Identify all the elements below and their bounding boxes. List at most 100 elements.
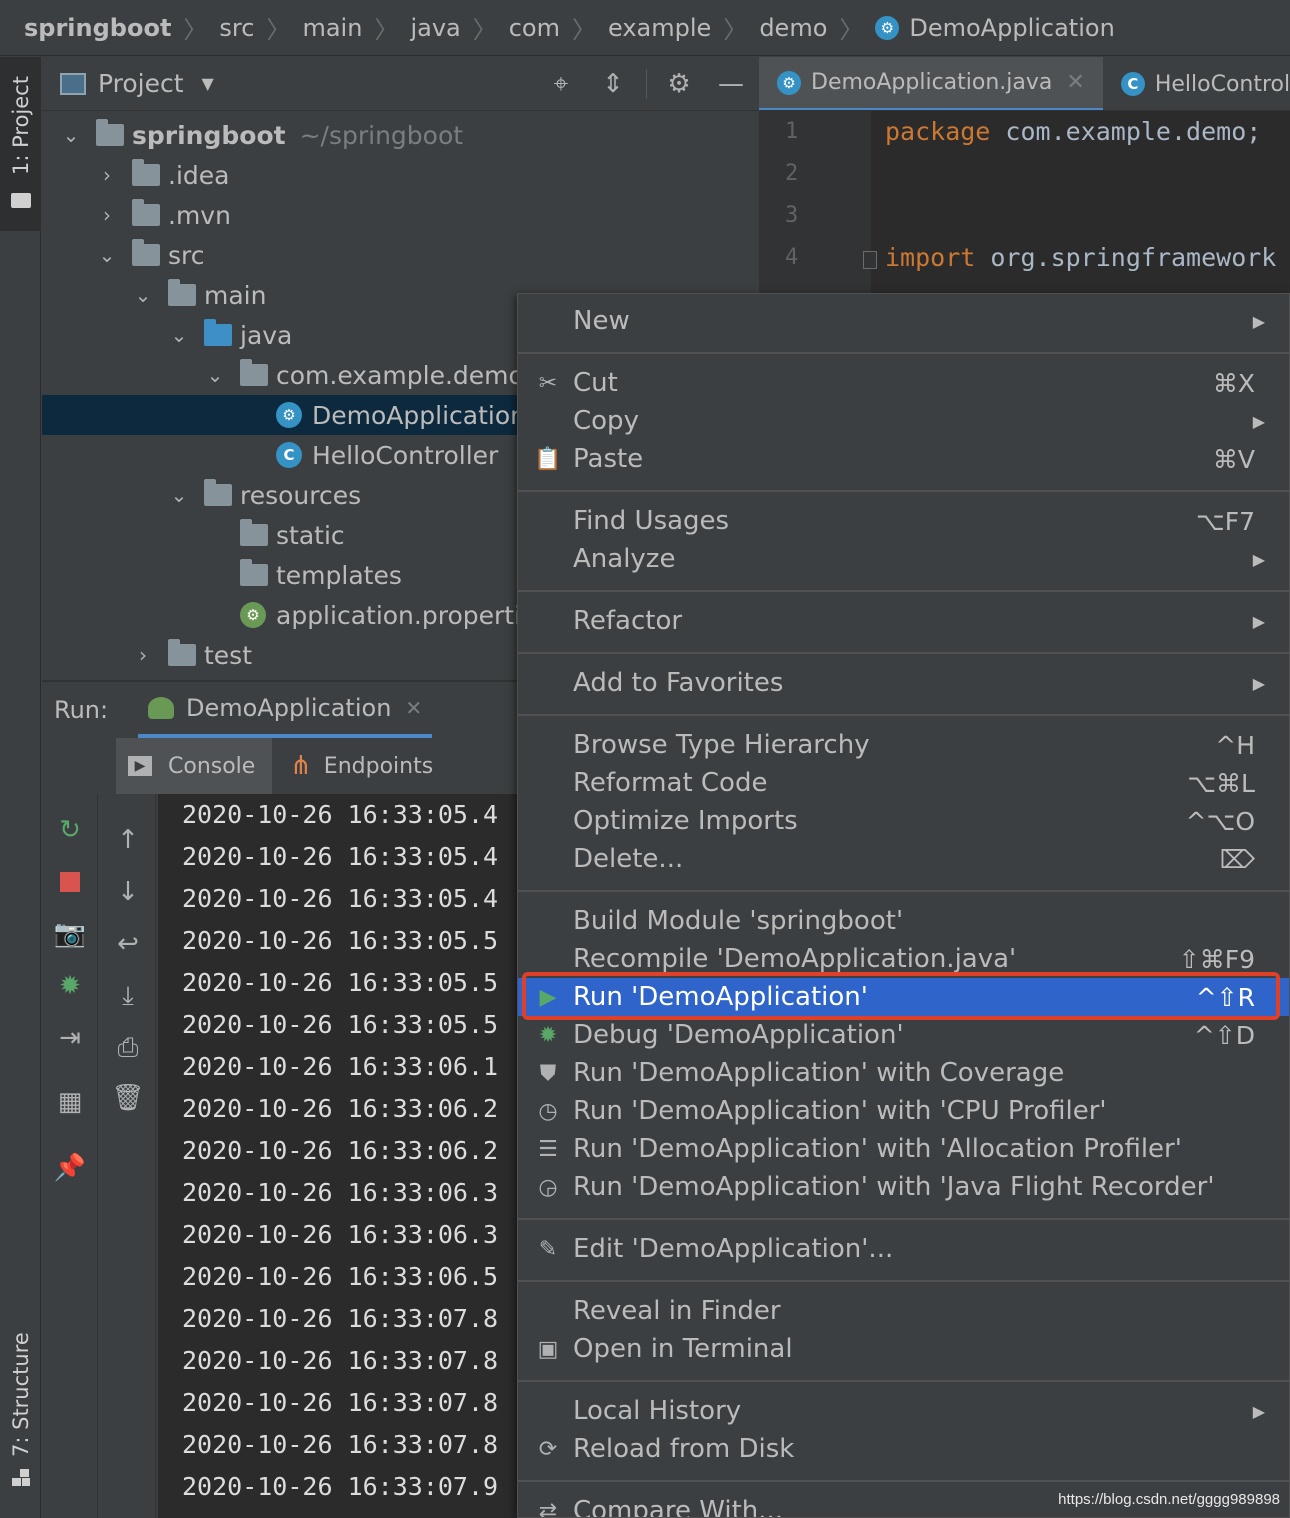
code-editor[interactable]: 1 2 3 4 package com.example.demo; import…: [759, 111, 1290, 311]
submenu-arrow-icon: ▶: [1252, 411, 1265, 431]
tab-demoapplication-java[interactable]: ⚙ DemoApplication.java ✕: [759, 57, 1103, 110]
tree-item[interactable]: ⌄ src: [42, 235, 758, 275]
tree-item-label: DemoApplication: [312, 400, 526, 430]
gear-icon[interactable]: ⚙: [662, 67, 696, 101]
menu-item-reformat-code[interactable]: Reformat Code ⌥⌘L: [518, 764, 1289, 802]
chevron-right-icon[interactable]: ›: [96, 163, 118, 187]
fold-icon[interactable]: [863, 251, 877, 269]
breadcrumb-item[interactable]: example: [608, 14, 711, 42]
chevron-down-icon[interactable]: ⌄: [60, 123, 82, 147]
class-icon: C: [276, 442, 302, 468]
submenu-arrow-icon: ▶: [1252, 1401, 1265, 1421]
breadcrumb-separator: 〉: [374, 16, 399, 44]
tree-item[interactable]: › .idea: [42, 155, 758, 195]
menu-item-reveal-in-finder[interactable]: Reveal in Finder: [518, 1292, 1289, 1330]
spring-boot-class-icon: ⚙: [777, 70, 801, 95]
chevron-right-icon[interactable]: ›: [132, 643, 154, 667]
menu-item-analyze[interactable]: Analyze ▶: [518, 540, 1289, 578]
spring-boot-run-icon: [148, 697, 174, 719]
menu-item-cut[interactable]: ✂ Cut ⌘X: [518, 364, 1289, 402]
menu-item-edit-demoapplication[interactable]: ✎ Edit 'DemoApplication'...: [518, 1230, 1289, 1268]
log-line: 2020-10-26 16:33:05.5: [182, 1010, 499, 1039]
menu-item-open-in-terminal[interactable]: ▣ Open in Terminal: [518, 1330, 1289, 1368]
menu-item-browse-type-hierarchy[interactable]: Browse Type Hierarchy ^H: [518, 726, 1289, 764]
menu-item-reload-from-disk[interactable]: ⟳ Reload from Disk: [518, 1430, 1289, 1468]
menu-item-shortcut: ⌘V: [1212, 444, 1255, 474]
breadcrumb-item[interactable]: java: [410, 14, 460, 42]
collapse-all-icon[interactable]: ⇕: [596, 67, 630, 101]
locate-icon[interactable]: ⌖: [544, 67, 578, 101]
minimize-icon[interactable]: —: [714, 67, 748, 101]
tab-endpoints[interactable]: ⋔ Endpoints: [290, 738, 433, 794]
menu-item-run-demoapplication-with-coverage[interactable]: ⛊ Run 'DemoApplication' with Coverage: [518, 1054, 1289, 1092]
rerun-icon[interactable]: ↻: [52, 812, 88, 848]
breadcrumb-item[interactable]: main: [302, 14, 362, 42]
arrow-up-icon[interactable]: ↑: [110, 822, 146, 858]
tree-item[interactable]: › .mvn: [42, 195, 758, 235]
project-tool-window-button[interactable]: 1: Project: [0, 57, 41, 231]
print-icon[interactable]: ⎙: [110, 1030, 146, 1066]
close-icon[interactable]: ✕: [405, 696, 422, 720]
menu-item-new[interactable]: New ▶: [518, 302, 1289, 340]
menu-item-recompile-demoapplication-java[interactable]: Recompile 'DemoApplication.java' ⇧⌘F9: [518, 940, 1289, 978]
breadcrumb-separator: 〉: [723, 16, 748, 44]
chevron-down-icon[interactable]: ▼: [202, 74, 214, 93]
menu-item-refactor[interactable]: Refactor ▶: [518, 602, 1289, 640]
debug-icon[interactable]: ✹: [52, 968, 88, 1004]
tree-item-label: resources: [240, 480, 362, 510]
menu-separator: [518, 490, 1289, 492]
log-line: 2020-10-26 16:33:06.3: [182, 1178, 499, 1207]
breadcrumb-item[interactable]: src: [219, 14, 254, 42]
menu-item-run-demoapplication[interactable]: ▶ Run 'DemoApplication' ^⇧R: [518, 978, 1289, 1016]
menu-item-run-demoapplication-with-allocation-profiler[interactable]: ☰ Run 'DemoApplication' with 'Allocation …: [518, 1130, 1289, 1168]
stop-icon[interactable]: [52, 864, 88, 900]
chevron-down-icon[interactable]: ⌄: [168, 323, 190, 347]
camera-icon[interactable]: 📷: [52, 916, 88, 952]
pin-icon[interactable]: 📌: [52, 1150, 88, 1186]
chevron-down-icon[interactable]: ⌄: [204, 363, 226, 387]
chevron-down-icon[interactable]: ⌄: [168, 483, 190, 507]
menu-item-local-history[interactable]: Local History ▶: [518, 1392, 1289, 1430]
menu-item-add-to-favorites[interactable]: Add to Favorites ▶: [518, 664, 1289, 702]
run-config-tab[interactable]: DemoApplication ✕: [138, 682, 433, 738]
menu-item-copy[interactable]: Copy ▶: [518, 402, 1289, 440]
console-label: Console: [168, 753, 256, 779]
menu-item-label: Run 'DemoApplication' with 'Java Flight …: [573, 1172, 1215, 1202]
arrow-down-icon[interactable]: ↓: [110, 874, 146, 910]
menu-item-optimize-imports[interactable]: Optimize Imports ^⌥O: [518, 802, 1289, 840]
menu-item-label: Find Usages: [573, 506, 730, 536]
chevron-down-icon[interactable]: ⌄: [96, 243, 118, 267]
code-text: org.springframework: [990, 243, 1277, 272]
edit-config-icon: ✎: [538, 1236, 558, 1262]
tree-item-label: main: [204, 280, 267, 310]
menu-item-debug-demoapplication[interactable]: ✹ Debug 'DemoApplication' ^⇧D: [518, 1016, 1289, 1054]
breadcrumb-item[interactable]: demo: [759, 14, 827, 42]
tree-item[interactable]: ⌄ springboot ~/springboot: [42, 115, 758, 155]
resources-folder-icon: [204, 479, 232, 506]
close-icon[interactable]: ✕: [1066, 70, 1084, 95]
soft-wrap-icon[interactable]: ↩: [110, 926, 146, 962]
menu-item-label: Refactor: [573, 606, 683, 636]
menu-item-delete[interactable]: Delete... ⌦: [518, 840, 1289, 878]
tree-item-label: .idea: [168, 160, 230, 190]
structure-tool-window-button[interactable]: 7: Structure: [0, 1317, 41, 1497]
menu-item-run-demoapplication-with-cpu-profiler[interactable]: ◷ Run 'DemoApplication' with 'CPU Profile…: [518, 1092, 1289, 1130]
menu-item-build-module-springboot[interactable]: Build Module 'springboot': [518, 902, 1289, 940]
tab-console[interactable]: ▶ Console: [116, 738, 272, 794]
chevron-right-icon[interactable]: ›: [96, 203, 118, 227]
menu-item-find-usages[interactable]: Find Usages ⌥F7: [518, 502, 1289, 540]
menu-item-paste[interactable]: 📋 Paste ⌘V: [518, 440, 1289, 478]
import-icon[interactable]: ⇥: [52, 1020, 88, 1056]
breadcrumb-item[interactable]: com: [509, 14, 560, 42]
folder-icon: [240, 519, 268, 546]
console-icon: ▶: [128, 756, 152, 776]
tab-hellocontroller[interactable]: C HelloControl: [1103, 57, 1290, 110]
scroll-to-end-icon[interactable]: ⤓: [110, 978, 146, 1014]
trash-icon[interactable]: 🗑: [110, 1080, 146, 1116]
menu-item-run-demoapplication-with-java-flight-recorder[interactable]: ◶ Run 'DemoApplication' with 'Java Flight…: [518, 1168, 1289, 1206]
project-panel-title[interactable]: Project: [98, 69, 184, 98]
breadcrumb-item[interactable]: springboot: [24, 14, 171, 42]
breadcrumb-item[interactable]: ⚙ DemoApplication: [875, 14, 1115, 42]
chevron-down-icon[interactable]: ⌄: [132, 283, 154, 307]
layout-icon[interactable]: ▦: [52, 1084, 88, 1120]
